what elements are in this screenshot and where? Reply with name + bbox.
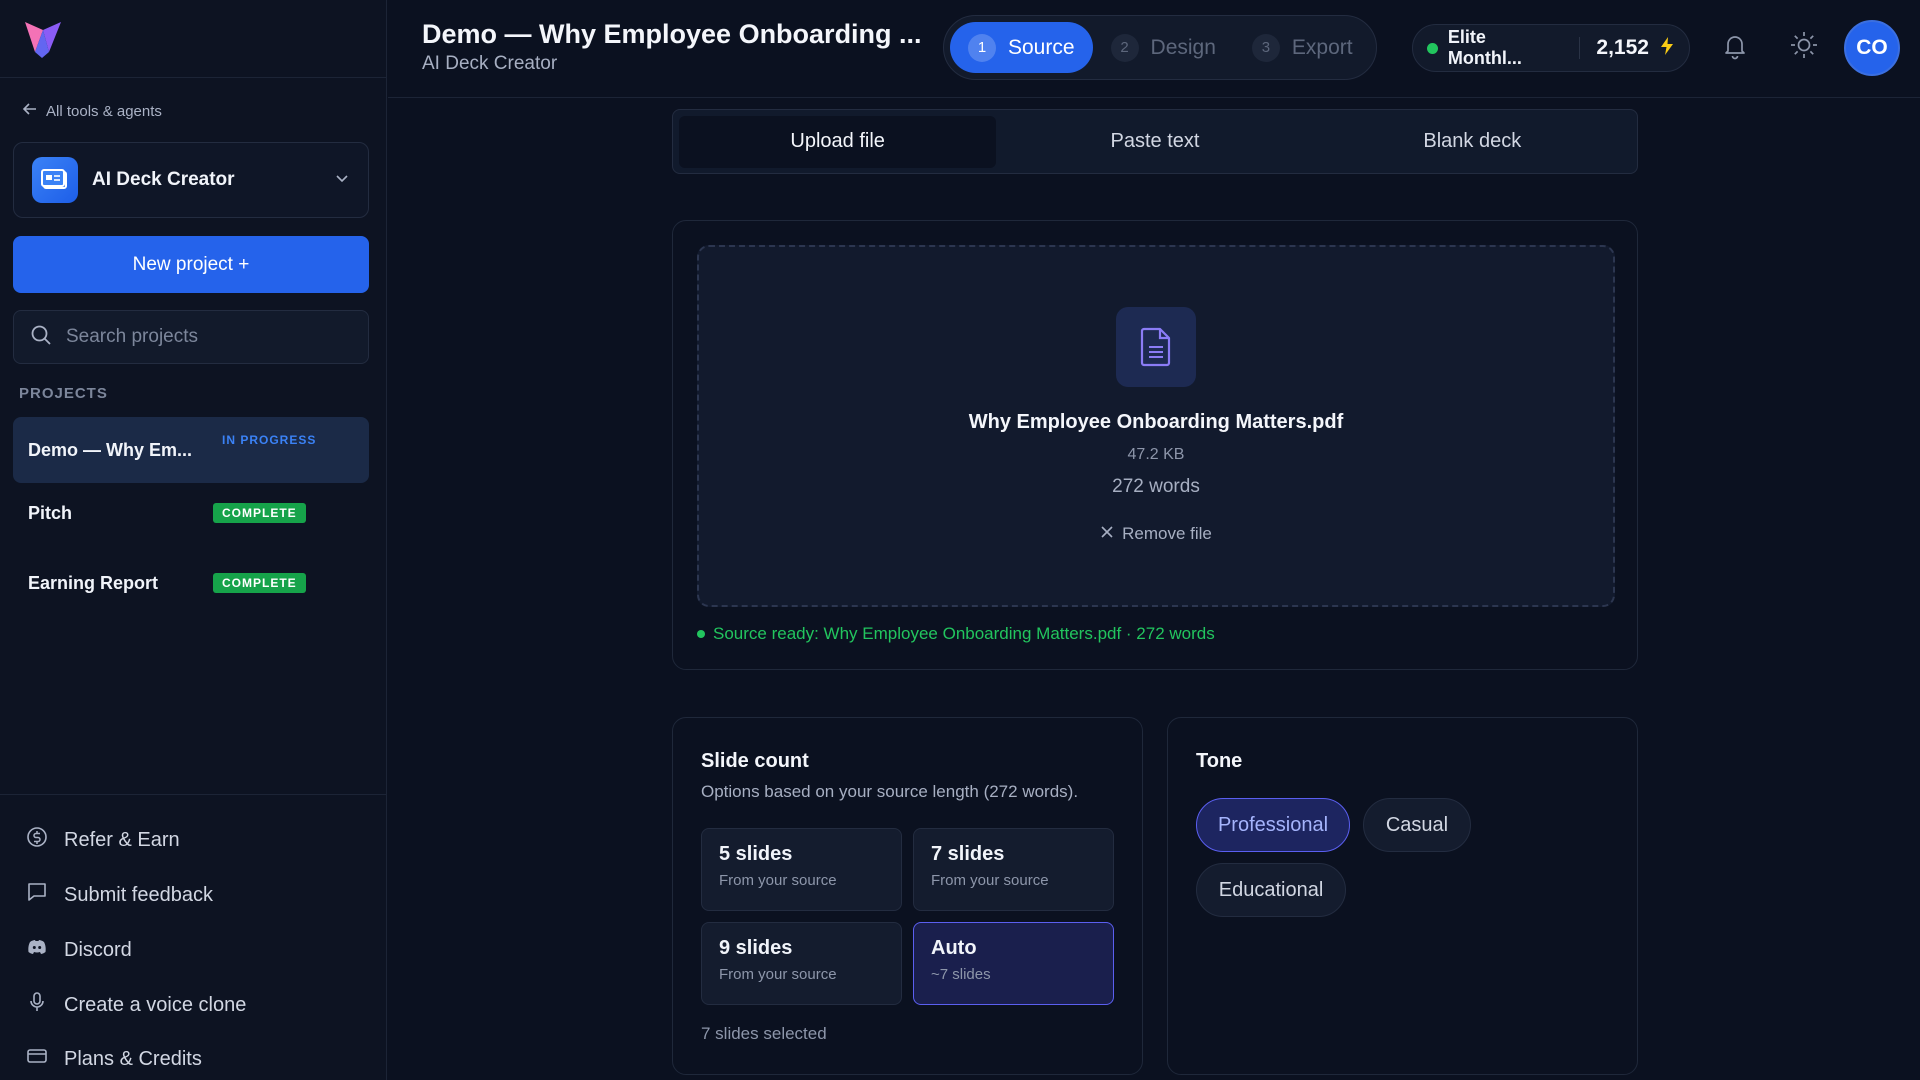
arrow-left-icon [22, 101, 38, 121]
discord-icon [26, 936, 48, 964]
refer-earn-link[interactable]: Refer & Earn [26, 826, 180, 854]
upload-card: Why Employee Onboarding Matters.pdf 47.2… [672, 220, 1638, 670]
step-export[interactable]: 3 Export [1234, 22, 1371, 73]
plans-credits-label: Plans & Credits [64, 1047, 202, 1070]
tool-selector[interactable]: AI Deck Creator [13, 142, 369, 218]
option-subtitle: From your source [719, 872, 837, 889]
remove-file-button[interactable]: Remove file [699, 524, 1613, 544]
slide-option-7[interactable]: 7 slides From your source [913, 828, 1114, 911]
step-number: 1 [968, 33, 996, 62]
dollar-icon [26, 826, 48, 854]
step-number: 2 [1110, 33, 1139, 62]
page-title: Demo — Why Employee Onboarding ... [422, 19, 922, 49]
slide-count-title: Slide count [701, 750, 809, 772]
project-name: Earning Report [28, 572, 159, 593]
back-to-tools-link[interactable]: All tools & agents [22, 101, 162, 121]
microphone-icon [26, 991, 48, 1019]
project-item[interactable]: Pitch COMPLETE [13, 480, 369, 546]
slide-option-5[interactable]: 5 slides From your source [701, 828, 902, 911]
project-name: Demo — Why Em... [28, 439, 193, 460]
discord-link[interactable]: Discord [26, 936, 132, 964]
status-badge: COMPLETE [213, 503, 306, 523]
divider [0, 77, 387, 78]
page-subtitle: AI Deck Creator [422, 53, 558, 74]
slides-selected-text: 7 slides selected [701, 1024, 827, 1043]
step-label: Design [1150, 35, 1216, 59]
plan-credits-pill[interactable]: Elite Monthl... 2,152 [1412, 24, 1690, 72]
file-dropzone[interactable]: Why Employee Onboarding Matters.pdf 47.2… [697, 245, 1615, 607]
status-badge: IN PROGRESS [222, 433, 317, 447]
projects-heading: PROJECTS [19, 385, 108, 402]
tone-educational[interactable]: Educational [1196, 863, 1346, 917]
option-title: 5 slides [719, 843, 793, 865]
option-title: Auto [931, 937, 977, 959]
file-word-count: 272 words [1112, 476, 1200, 497]
option-subtitle: From your source [931, 872, 1049, 889]
project-item[interactable]: Demo — Why Em... IN PROGRESS [13, 417, 369, 483]
sidebar: All tools & agents AI Deck Creator New p… [0, 0, 387, 1080]
submit-feedback-label: Submit feedback [64, 883, 213, 906]
credit-card-icon [26, 1045, 48, 1073]
message-square-icon [26, 881, 48, 909]
bell-icon[interactable] [1722, 32, 1748, 65]
refer-earn-label: Refer & Earn [64, 828, 180, 851]
tone-professional[interactable]: Professional [1196, 798, 1350, 852]
deck-creator-icon [32, 157, 78, 203]
status-dot [697, 630, 705, 638]
divider [0, 794, 387, 795]
option-title: 9 slides [719, 937, 793, 959]
slide-option-9[interactable]: 9 slides From your source [701, 922, 902, 1005]
app-logo[interactable] [22, 16, 64, 58]
close-icon [1100, 524, 1114, 544]
tool-name: AI Deck Creator [92, 169, 235, 190]
file-size: 47.2 KB [1127, 446, 1185, 463]
search-icon [30, 324, 52, 351]
plan-name: Elite Monthl... [1447, 27, 1522, 68]
project-name: Pitch [28, 502, 73, 523]
tab-blank-deck[interactable]: Blank deck [1314, 116, 1631, 168]
tone-casual[interactable]: Casual [1363, 798, 1471, 852]
new-project-button[interactable]: New project + [13, 236, 369, 293]
slide-count-panel: Slide count Options based on your source… [672, 717, 1143, 1075]
file-text-icon [1116, 307, 1196, 387]
tone-title: Tone [1196, 750, 1243, 772]
sun-icon[interactable] [1789, 30, 1819, 65]
status-badge: COMPLETE [213, 573, 306, 593]
option-title: 7 slides [931, 843, 1005, 865]
source-ready-text: Source ready: Why Employee Onboarding Ma… [713, 624, 1215, 643]
slide-count-subtitle: Options based on your source length (272… [701, 782, 1079, 801]
chevron-down-icon [334, 170, 350, 191]
status-dot [1427, 42, 1438, 54]
discord-label: Discord [64, 938, 132, 961]
step-source[interactable]: 1 Source [950, 22, 1093, 73]
voice-clone-link[interactable]: Create a voice clone [26, 991, 246, 1019]
back-link-label: All tools & agents [46, 102, 162, 120]
step-design[interactable]: 2 Design [1093, 22, 1234, 73]
remove-file-label: Remove file [1122, 524, 1212, 543]
step-label: Export [1291, 35, 1353, 59]
slide-option-auto[interactable]: Auto ~7 slides [913, 922, 1114, 1005]
source-ready-status: Source ready: Why Employee Onboarding Ma… [697, 624, 1215, 644]
tone-panel: Tone Professional Casual Educational [1167, 717, 1638, 1075]
file-name: Why Employee Onboarding Matters.pdf [968, 411, 1344, 433]
source-tabs: Upload file Paste text Blank deck [672, 109, 1638, 174]
voice-clone-label: Create a voice clone [64, 993, 247, 1016]
step-label: Source [1008, 35, 1075, 59]
tab-paste-text[interactable]: Paste text [996, 116, 1313, 168]
option-subtitle: ~7 slides [931, 966, 991, 983]
top-header: Demo — Why Employee Onboarding ... AI De… [388, 0, 1920, 98]
submit-feedback-link[interactable]: Submit feedback [26, 881, 213, 909]
step-number: 3 [1251, 33, 1280, 62]
tab-upload-file[interactable]: Upload file [679, 115, 997, 168]
avatar[interactable]: CO [1844, 20, 1900, 76]
option-subtitle: From your source [719, 966, 837, 983]
divider [1579, 37, 1581, 59]
lightning-icon [1659, 36, 1675, 61]
plans-credits-link[interactable]: Plans & Credits [26, 1045, 202, 1073]
step-navigator: 1 Source 2 Design 3 Export [943, 15, 1377, 80]
search-projects[interactable] [13, 310, 369, 364]
credits-count: 2,152 [1596, 36, 1649, 59]
search-projects-input[interactable] [66, 326, 346, 348]
project-item[interactable]: Earning Report COMPLETE [13, 550, 369, 616]
